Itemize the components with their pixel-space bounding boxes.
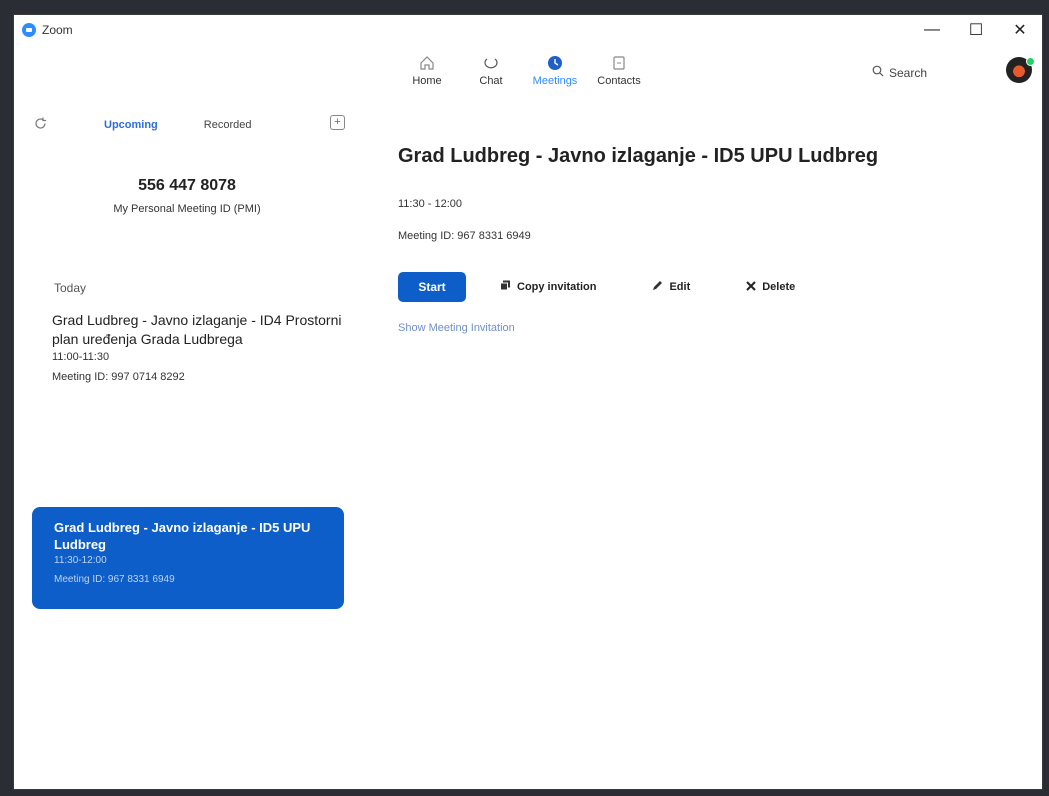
edit-label: Edit <box>669 281 691 293</box>
zoom-window: Zoom — ☐ ✕ Home Chat Meetings Contacts S… <box>13 14 1043 790</box>
close-icon <box>746 280 756 294</box>
tab-recorded[interactable]: Recorded <box>204 119 252 131</box>
pmi-number[interactable]: 556 447 8078 <box>14 177 360 195</box>
tab-home-label: Home <box>412 75 442 87</box>
meeting-actions: Start Copy invitation Edit Delete <box>398 272 1028 302</box>
maximize-button[interactable]: ☐ <box>954 15 998 45</box>
contact-card-icon <box>609 53 629 73</box>
minimize-button[interactable]: — <box>910 15 954 45</box>
pencil-icon <box>652 280 663 294</box>
top-navigation: Home Chat Meetings Contacts <box>404 53 642 87</box>
tab-upcoming[interactable]: Upcoming <box>104 119 158 131</box>
tab-home[interactable]: Home <box>404 53 450 87</box>
chat-icon <box>481 53 501 73</box>
tab-contacts-label: Contacts <box>597 75 641 87</box>
refresh-icon[interactable] <box>34 117 47 133</box>
list-item-selected[interactable]: Grad Ludbreg - Javno izlaganje - ID5 UPU… <box>32 507 344 609</box>
tab-contacts[interactable]: Contacts <box>596 53 642 87</box>
tab-meetings[interactable]: Meetings <box>532 53 578 87</box>
meeting-detail: Grad Ludbreg - Javno izlaganje - ID5 UPU… <box>398 145 1028 334</box>
tab-chat[interactable]: Chat <box>468 53 514 87</box>
meeting-time: 11:30-12:00 <box>54 555 107 566</box>
meeting-id: Meeting ID: 997 0714 8292 <box>52 371 185 383</box>
app-title: Zoom <box>42 23 73 37</box>
add-meeting-button[interactable]: + <box>330 115 345 130</box>
zoom-logo-icon <box>22 23 36 37</box>
edit-button[interactable]: Edit <box>652 280 690 294</box>
delete-label: Delete <box>762 281 796 293</box>
list-item[interactable]: Grad Ludbreg - Javno izlaganje - ID4 Pro… <box>52 311 342 383</box>
copy-icon <box>500 280 511 294</box>
copy-invitation-label: Copy invitation <box>517 281 597 293</box>
meeting-detail-id: Meeting ID: 967 8331 6949 <box>398 230 531 242</box>
delete-button[interactable]: Delete <box>746 280 796 294</box>
meeting-detail-time: 11:30 - 12:00 <box>398 198 463 210</box>
window-controls: — ☐ ✕ <box>910 15 1042 45</box>
copy-invitation-button[interactable]: Copy invitation <box>500 280 596 294</box>
meetings-sidebar: Upcoming Recorded + 556 447 8078 My Pers… <box>14 111 360 789</box>
section-heading-today: Today <box>54 281 87 295</box>
meeting-title: Grad Ludbreg - Javno izlaganje - ID5 UPU… <box>54 520 311 552</box>
pmi-label: My Personal Meeting ID (PMI) <box>113 203 261 215</box>
meeting-title: Grad Ludbreg - Javno izlaganje - ID4 Pro… <box>52 312 342 347</box>
tab-meetings-label: Meetings <box>532 75 578 87</box>
search-label: Search <box>889 65 928 80</box>
search-button[interactable]: Search <box>872 65 927 80</box>
search-icon <box>872 65 884 80</box>
close-button[interactable]: ✕ <box>998 15 1042 45</box>
meeting-time: 11:00-11:30 <box>52 351 110 363</box>
status-online-icon <box>1026 57 1035 66</box>
home-icon <box>417 53 437 73</box>
start-button[interactable]: Start <box>398 272 466 302</box>
tab-chat-label: Chat <box>479 75 503 87</box>
show-meeting-invitation-link[interactable]: Show Meeting Invitation <box>398 322 1028 334</box>
title-bar: Zoom — ☐ ✕ <box>14 15 1042 45</box>
meeting-id: Meeting ID: 967 8331 6949 <box>54 574 175 585</box>
meeting-detail-title: Grad Ludbreg - Javno izlaganje - ID5 UPU… <box>398 145 879 167</box>
meeting-list-tabs: Upcoming Recorded <box>104 119 251 131</box>
clock-icon <box>545 53 565 73</box>
